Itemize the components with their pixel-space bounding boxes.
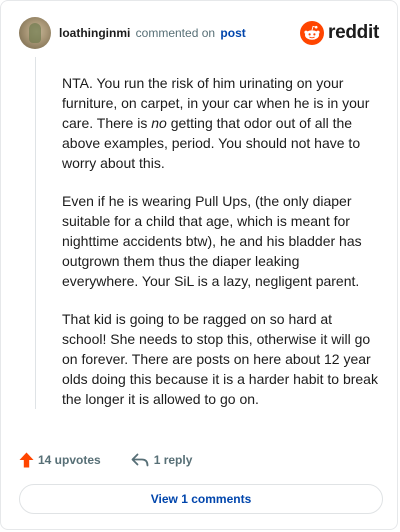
reply-button[interactable]: 1 reply <box>131 453 193 467</box>
reddit-logo[interactable]: reddit <box>300 21 379 45</box>
post-link[interactable]: post <box>220 26 245 40</box>
reply-arrow-icon <box>131 453 149 467</box>
comment-meta: loathinginmi commented on post <box>59 26 246 40</box>
username-link[interactable]: loathinginmi <box>59 26 130 40</box>
user-avatar[interactable] <box>19 17 51 49</box>
comment-paragraph: NTA. You run the risk of him urinating o… <box>62 75 370 171</box>
commented-on-text: commented on <box>135 26 216 40</box>
comment-paragraph: That kid is going to be ragged on so har… <box>62 311 378 407</box>
upvote-count: 14 upvotes <box>38 453 101 467</box>
comment-header: loathinginmi commented on post <box>19 17 246 49</box>
comment-paragraph: Even if he is wearing Pull Ups, (the onl… <box>62 193 362 289</box>
reply-count: 1 reply <box>153 453 193 467</box>
comment-body: NTA. You run the risk of him urinating o… <box>62 73 378 427</box>
view-comments-button[interactable]: View 1 comments <box>19 484 383 514</box>
reddit-snoo-icon <box>300 21 325 45</box>
upvote-arrow-icon[interactable] <box>19 452 34 468</box>
comment-actions: 14 upvotes 1 reply <box>19 450 192 470</box>
reddit-wordmark: reddit <box>328 22 379 43</box>
thread-line[interactable] <box>35 57 36 409</box>
emphasis-text: no <box>151 115 167 131</box>
comment-card: loathinginmi commented on post reddit NT… <box>0 0 398 530</box>
